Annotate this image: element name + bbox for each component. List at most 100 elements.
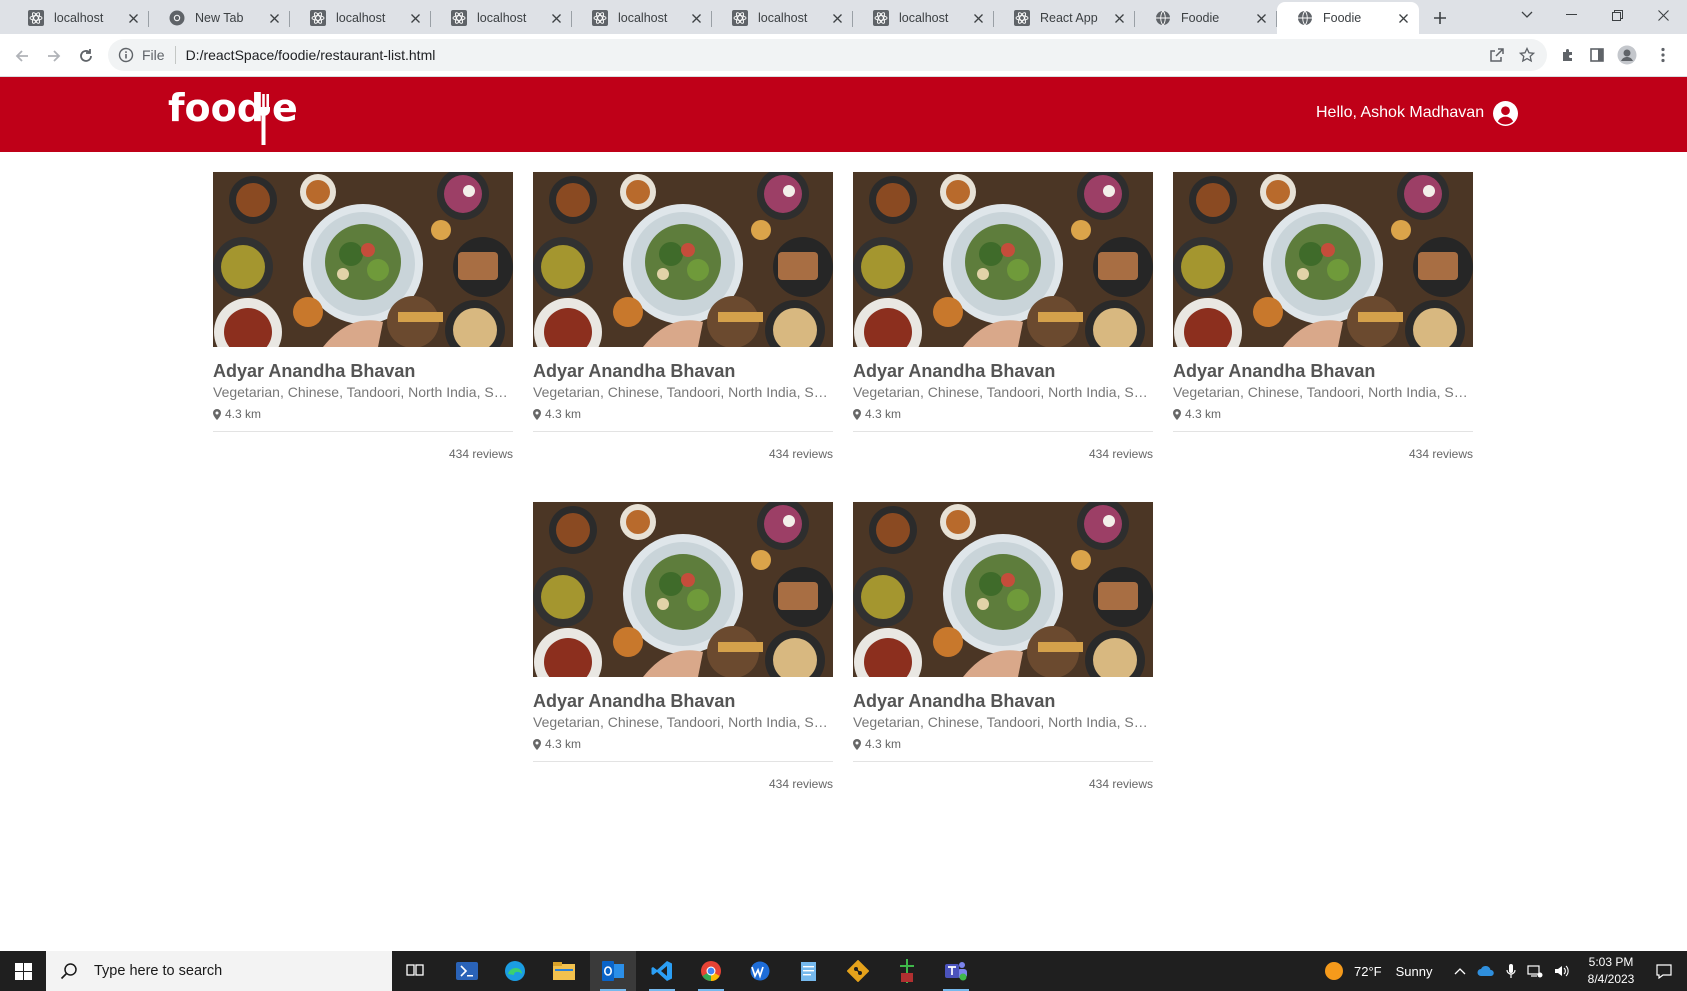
plus-icon	[1434, 12, 1446, 24]
back-button[interactable]	[8, 42, 36, 70]
browser-tab[interactable]: localhost	[853, 2, 994, 34]
microphone-icon[interactable]	[1506, 963, 1516, 979]
browser-tab[interactable]: localhost	[290, 2, 431, 34]
tab-close-button[interactable]	[1111, 10, 1127, 26]
restaurant-name[interactable]: Adyar Anandha Bhavan	[1173, 361, 1473, 383]
restaurant-image[interactable]	[213, 172, 513, 347]
restaurant-card[interactable]: Adyar Anandha Bhavan Vegetarian, Chinese…	[853, 172, 1153, 464]
restaurant-name[interactable]: Adyar Anandha Bhavan	[533, 361, 833, 383]
user-greeting[interactable]: Hello, Ashok Madhavan	[1316, 104, 1484, 122]
info-icon[interactable]	[118, 47, 134, 63]
browser-tab[interactable]: localhost	[431, 2, 572, 34]
review-count[interactable]: 434 reviews	[533, 777, 833, 791]
profile-button[interactable]	[1616, 44, 1638, 66]
restaurant-cuisines: Vegetarian, Chinese, Tandoori, North Ind…	[853, 384, 1153, 400]
forward-button[interactable]	[40, 42, 68, 70]
share-icon[interactable]	[1489, 47, 1505, 63]
tab-close-button[interactable]	[1395, 10, 1411, 26]
restaurant-name[interactable]: Adyar Anandha Bhavan	[213, 361, 513, 383]
taskbar-app-file-explorer[interactable]	[541, 951, 587, 991]
side-panel-button[interactable]	[1586, 44, 1608, 66]
review-count[interactable]: 434 reviews	[853, 447, 1153, 461]
powershell-icon	[456, 962, 478, 980]
browser-tab[interactable]: Foodie	[1135, 2, 1277, 34]
address-bar[interactable]: File D:/reactSpace/foodie/restaurant-lis…	[108, 39, 1547, 71]
weather-widget[interactable]: 72°F Sunny	[1324, 951, 1432, 991]
restaurant-image[interactable]	[533, 172, 833, 347]
close-icon	[832, 13, 842, 23]
card-divider	[533, 431, 833, 432]
taskbar-search-box[interactable]: Type here to search	[46, 951, 392, 991]
new-tab-button[interactable]	[1427, 5, 1453, 31]
edge-icon	[505, 961, 525, 981]
taskbar-app-powershell[interactable]	[444, 951, 490, 991]
restaurant-card[interactable]: Adyar Anandha Bhavan Vegetarian, Chinese…	[213, 172, 513, 464]
browser-tab[interactable]: localhost	[712, 2, 853, 34]
review-count[interactable]: 434 reviews	[213, 447, 513, 461]
taskbar-app-vscode[interactable]	[639, 951, 685, 991]
browser-tab[interactable]: Foodie	[1277, 2, 1419, 34]
browser-toolbar: File D:/reactSpace/foodie/restaurant-lis…	[0, 34, 1687, 77]
taskbar-app-git[interactable]	[835, 951, 881, 991]
windows-taskbar: Type here to search 72°F Sunny 5:03 PM 8…	[0, 951, 1687, 991]
taskbar-app-outlook[interactable]	[590, 951, 636, 991]
browser-tab[interactable]: localhost	[572, 2, 712, 34]
restaurant-card[interactable]: Adyar Anandha Bhavan Vegetarian, Chinese…	[1173, 172, 1473, 464]
close-window-button[interactable]	[1640, 0, 1686, 30]
tab-search-button[interactable]	[1504, 0, 1550, 30]
tab-close-button[interactable]	[688, 10, 704, 26]
restaurant-card[interactable]: Adyar Anandha Bhavan Vegetarian, Chinese…	[533, 502, 833, 794]
restaurant-card[interactable]: Adyar Anandha Bhavan Vegetarian, Chinese…	[533, 172, 833, 464]
close-icon	[1657, 9, 1669, 21]
network-icon[interactable]	[1527, 964, 1543, 978]
foodie-logo[interactable]: food e	[168, 83, 298, 145]
taskbar-app-teams[interactable]	[933, 951, 979, 991]
tab-close-button[interactable]	[125, 10, 141, 26]
browser-tab[interactable]: React App	[994, 2, 1135, 34]
restaurant-card[interactable]: Adyar Anandha Bhavan Vegetarian, Chinese…	[853, 502, 1153, 794]
url-text[interactable]: D:/reactSpace/foodie/restaurant-list.htm…	[186, 47, 436, 63]
minimize-button[interactable]	[1548, 0, 1594, 30]
tab-close-button[interactable]	[829, 10, 845, 26]
review-count[interactable]: 434 reviews	[1173, 447, 1473, 461]
distance-value: 4.3 km	[545, 737, 582, 751]
browser-tab[interactable]: localhost	[8, 2, 149, 34]
restaurant-image[interactable]	[853, 172, 1153, 347]
bookmark-star-icon[interactable]	[1519, 47, 1535, 63]
teams-icon	[945, 962, 967, 981]
taskbar-app-git-extensions[interactable]	[884, 951, 930, 991]
taskbar-app-edge[interactable]	[492, 951, 538, 991]
extensions-button[interactable]	[1557, 44, 1579, 66]
restaurant-distance: 4.3 km	[533, 735, 833, 753]
start-button[interactable]	[0, 951, 46, 991]
restaurant-name[interactable]: Adyar Anandha Bhavan	[853, 361, 1153, 383]
restaurant-image[interactable]	[533, 502, 833, 677]
tab-close-button[interactable]	[266, 10, 282, 26]
tab-close-button[interactable]	[407, 10, 423, 26]
notifications-button[interactable]	[1641, 951, 1687, 991]
restaurant-name[interactable]: Adyar Anandha Bhavan	[533, 691, 833, 713]
card-divider	[1173, 431, 1473, 432]
tab-close-button[interactable]	[1253, 10, 1269, 26]
review-count[interactable]: 434 reviews	[853, 777, 1153, 791]
user-account-icon[interactable]	[1493, 101, 1518, 126]
taskbar-app-notepad[interactable]	[786, 951, 832, 991]
taskbar-app-task-view[interactable]	[392, 951, 438, 991]
restaurant-image[interactable]	[853, 502, 1153, 677]
distance-value: 4.3 km	[865, 407, 902, 421]
review-count[interactable]: 434 reviews	[533, 447, 833, 461]
chevron-up-icon[interactable]	[1454, 967, 1466, 975]
profile-avatar-icon	[1617, 45, 1637, 65]
taskbar-app-chrome[interactable]	[688, 951, 734, 991]
tab-close-button[interactable]	[970, 10, 986, 26]
location-pin-icon	[853, 408, 861, 420]
tab-close-button[interactable]	[548, 10, 564, 26]
restaurant-name[interactable]: Adyar Anandha Bhavan	[853, 691, 1153, 713]
browser-tab[interactable]: New Tab	[149, 2, 290, 34]
restaurant-image[interactable]	[1173, 172, 1473, 347]
onedrive-cloud-icon[interactable]	[1477, 965, 1495, 977]
browser-menu-button[interactable]	[1652, 44, 1674, 66]
restore-button[interactable]	[1594, 0, 1640, 30]
reload-button[interactable]	[72, 42, 100, 70]
taskbar-app-webex[interactable]	[737, 951, 783, 991]
